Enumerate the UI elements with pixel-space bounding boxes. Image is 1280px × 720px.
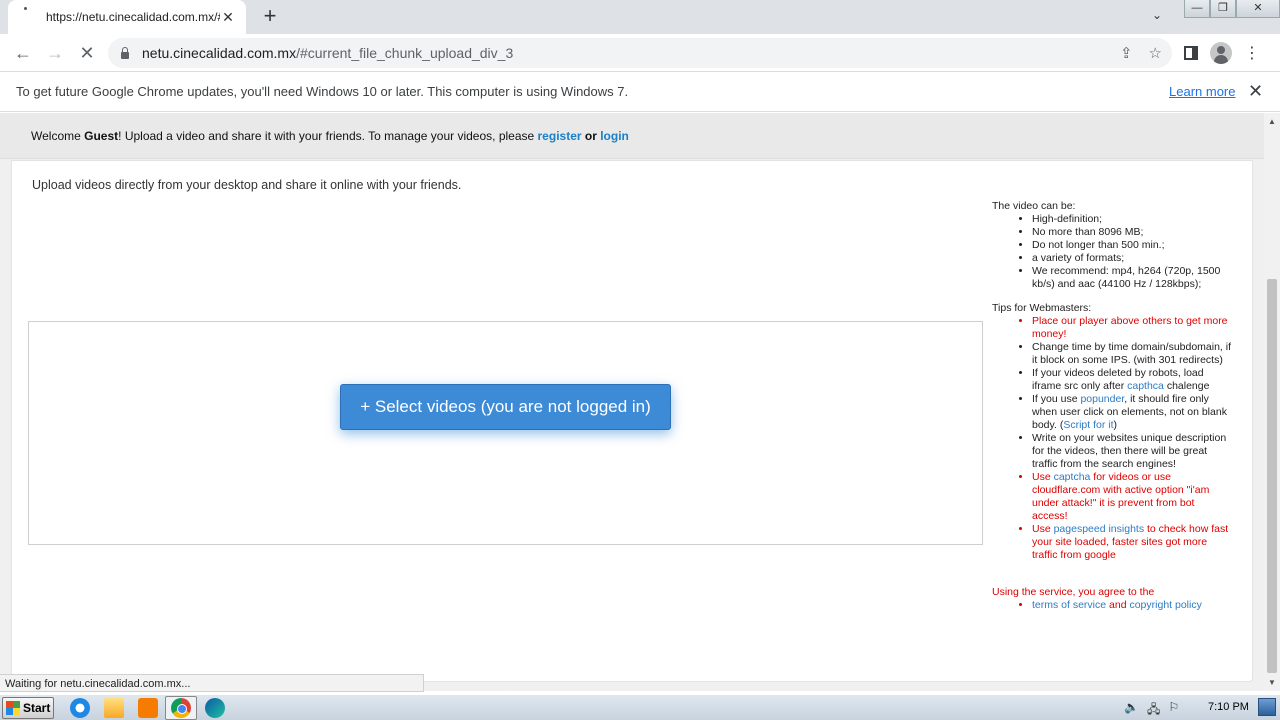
- main-content: Upload videos directly from your desktop…: [11, 160, 1253, 682]
- action-center-flag-icon[interactable]: ⚐: [1168, 700, 1179, 720]
- welcome-bar: Welcome Guest! Upload a video and share …: [0, 113, 1264, 159]
- web-page: Welcome Guest! Upload a video and share …: [0, 113, 1264, 691]
- select-videos-button[interactable]: + Select videos (you are not logged in): [340, 384, 671, 430]
- infobar-close-icon[interactable]: ✕: [1248, 81, 1263, 102]
- stop-loading-button[interactable]: ✕: [76, 42, 98, 64]
- url-text: netu.cinecalidad.com.mx/#current_file_ch…: [142, 45, 513, 61]
- browser-toolbar: ← → ✕ netu.cinecalidad.com.mx/#current_f…: [0, 34, 1280, 72]
- captcha-link[interactable]: capthca: [1127, 380, 1164, 392]
- list-item: We recommend: mp4, h264 (720p, 1500 kb/s…: [1032, 265, 1232, 291]
- address-bar[interactable]: netu.cinecalidad.com.mx/#current_file_ch…: [108, 38, 1172, 68]
- tip-item: If your videos deleted by robots, load i…: [1032, 367, 1232, 393]
- infobar-message: To get future Google Chrome updates, you…: [16, 84, 629, 99]
- bookmark-star-icon[interactable]: ☆: [1149, 44, 1162, 62]
- new-tab-button[interactable]: +: [258, 5, 282, 29]
- forward-button[interactable]: →: [44, 42, 66, 64]
- network-icon[interactable]: 🖧: [1147, 700, 1160, 720]
- tab-strip: https://netu.cinecalidad.com.mx/#current…: [0, 0, 1280, 34]
- share-icon[interactable]: ⇪: [1120, 44, 1133, 62]
- tip-text: Use: [1032, 471, 1054, 483]
- captcha-link-2[interactable]: captcha: [1054, 471, 1091, 483]
- pagespeed-link[interactable]: pagespeed insights: [1054, 523, 1145, 535]
- media-player-icon[interactable]: [138, 698, 158, 718]
- tip-item: Use pagespeed insights to check how fast…: [1032, 523, 1232, 562]
- or-text: or: [581, 129, 601, 143]
- tips-heading: Tips for Webmasters:: [992, 302, 1092, 314]
- status-bubble: Waiting for netu.cinecalidad.com.mx...: [0, 674, 424, 692]
- window-close-button[interactable]: ✕: [1236, 0, 1280, 18]
- tip-item: Change time by time domain/subdomain, if…: [1032, 341, 1232, 367]
- window-controls: — ❐ ✕: [1184, 0, 1280, 20]
- learn-more-link[interactable]: Learn more: [1169, 84, 1235, 99]
- list-item: High-definition;: [1032, 213, 1232, 226]
- terms-item: terms of service and copyright policy: [1032, 599, 1232, 612]
- login-link[interactable]: login: [600, 129, 629, 143]
- tab-title: https://netu.cinecalidad.com.mx/#current…: [46, 10, 220, 24]
- back-button[interactable]: ←: [12, 42, 34, 64]
- scroll-down-icon[interactable]: ▼: [1268, 678, 1276, 687]
- tips-list: Place our player above others to get mor…: [992, 315, 1232, 562]
- start-button[interactable]: Start: [2, 697, 54, 719]
- register-link[interactable]: register: [538, 129, 582, 143]
- tip-item: Place our player above others to get mor…: [1032, 315, 1232, 341]
- upload-dropzone[interactable]: + Select videos (you are not logged in): [28, 321, 983, 545]
- tip-item: Write on your websites unique descriptio…: [1032, 432, 1232, 471]
- toolbar-right-icons: ⋮: [1184, 42, 1260, 64]
- internet-explorer-icon[interactable]: [70, 698, 90, 718]
- list-item: a variety of formats;: [1032, 252, 1232, 265]
- windows-logo-icon: [6, 701, 20, 715]
- welcome-middle: ! Upload a video and share it with your …: [118, 129, 538, 143]
- tip-text: If you use: [1032, 393, 1081, 405]
- profile-avatar-icon[interactable]: [1210, 42, 1232, 64]
- maximize-button[interactable]: ❐: [1210, 0, 1236, 18]
- welcome-text: Welcome Guest! Upload a video and share …: [31, 129, 629, 143]
- system-tray: 🔈 🖧 ⚐: [1124, 700, 1179, 720]
- intro-text: Upload videos directly from your desktop…: [32, 178, 462, 192]
- list-item: No more than 8096 MB;: [1032, 226, 1232, 239]
- info-sidebar: The video can be: High-definition; No mo…: [992, 200, 1232, 612]
- terms-and-text: and: [1106, 599, 1130, 611]
- tip-item: If you use popunder, it should fire only…: [1032, 393, 1232, 432]
- minimize-button[interactable]: —: [1184, 0, 1210, 18]
- update-infobar: To get future Google Chrome updates, you…: [0, 72, 1280, 112]
- tab-close-icon[interactable]: ✕: [220, 9, 236, 26]
- edge-icon[interactable]: [205, 698, 225, 718]
- terms-of-service-link[interactable]: terms of service: [1032, 599, 1106, 611]
- script-link[interactable]: Script for it: [1063, 419, 1113, 431]
- volume-icon[interactable]: 🔈: [1124, 700, 1139, 720]
- video-requirements-heading: The video can be:: [992, 200, 1076, 212]
- file-explorer-icon[interactable]: [104, 698, 124, 718]
- loading-favicon-icon: [22, 7, 36, 24]
- side-panel-icon[interactable]: [1184, 46, 1198, 60]
- scrollbar-thumb[interactable]: [1267, 279, 1277, 673]
- terms-heading: Using the service, you agree to the: [992, 586, 1155, 598]
- tip-text: Use: [1032, 523, 1054, 535]
- show-desktop-button[interactable]: [1258, 698, 1276, 716]
- tab-search-icon[interactable]: ⌄: [1152, 8, 1162, 22]
- tip-item: Use captcha for videos or use cloudflare…: [1032, 471, 1232, 523]
- taskbar-clock[interactable]: 7:10 PM: [1208, 701, 1249, 713]
- chrome-menu-icon[interactable]: ⋮: [1244, 43, 1260, 63]
- list-item: Do not longer than 500 min.;: [1032, 239, 1232, 252]
- url-host: netu.cinecalidad.com.mx: [142, 45, 297, 61]
- guest-name: Guest: [84, 129, 119, 143]
- windows-taskbar: Start 🔈 🖧 ⚐ 7:10 PM: [0, 694, 1280, 720]
- terms-list: terms of service and copyright policy: [992, 599, 1232, 612]
- welcome-prefix: Welcome: [31, 129, 85, 143]
- start-label: Start: [23, 701, 51, 715]
- tip-text: chalenge: [1163, 380, 1210, 392]
- browser-tab[interactable]: https://netu.cinecalidad.com.mx/#current…: [8, 0, 246, 34]
- tip-text: ): [1113, 419, 1118, 431]
- copyright-policy-link[interactable]: copyright policy: [1129, 599, 1201, 611]
- chrome-icon[interactable]: [171, 698, 191, 718]
- omnibox-actions: ⇪ ☆: [1120, 44, 1162, 62]
- video-requirements-list: High-definition; No more than 8096 MB; D…: [992, 213, 1232, 291]
- scroll-up-icon[interactable]: ▲: [1268, 117, 1276, 126]
- lock-icon[interactable]: [120, 47, 130, 59]
- page-scrollbar[interactable]: ▲ ▼: [1264, 113, 1280, 691]
- popunder-link[interactable]: popunder: [1080, 393, 1124, 405]
- url-path: /#current_file_chunk_upload_div_3: [296, 45, 514, 61]
